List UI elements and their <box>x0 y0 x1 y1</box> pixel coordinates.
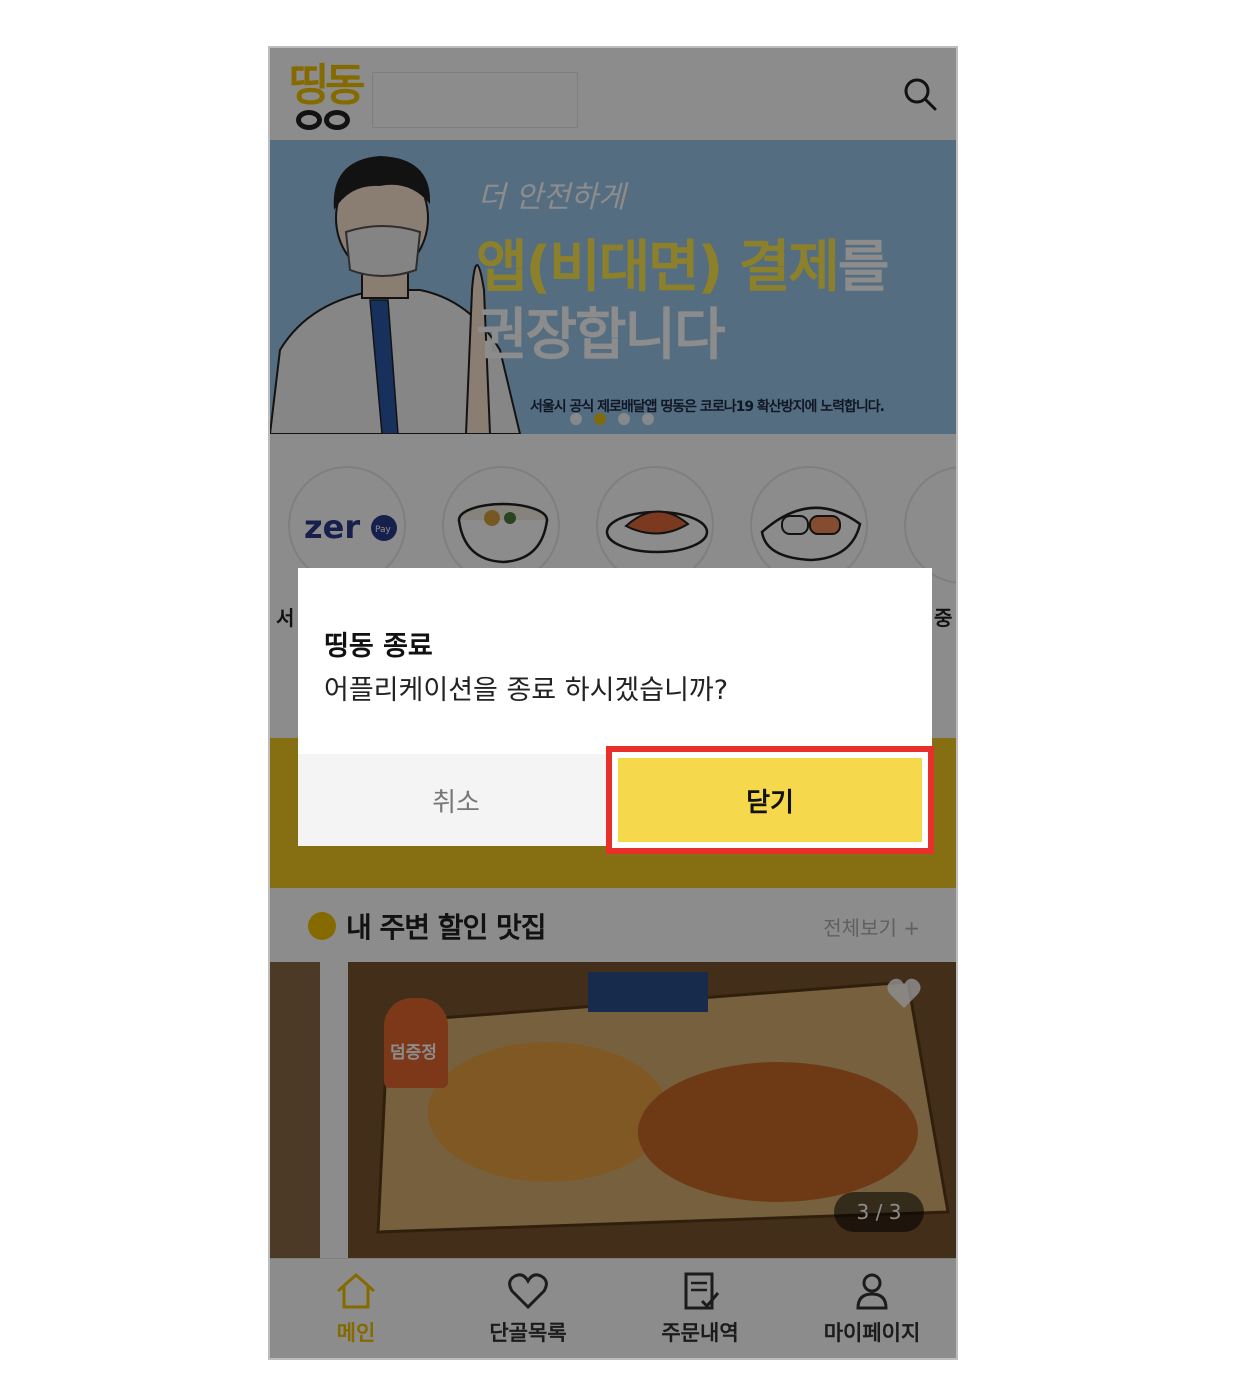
phone-screen: 띵동 더 안전하게 앱(비대면) 결제를 권장합니다 서울시 공식 제로배달앱 … <box>268 46 958 1360</box>
cancel-button[interactable]: 취소 <box>298 754 614 846</box>
exit-dialog: 띵동 종료 어플리케이션을 종료 하시겠습니까? 취소 닫기 <box>298 568 934 854</box>
close-button[interactable]: 닫기 <box>618 758 922 842</box>
dialog-message: 어플리케이션을 종료 하시겠습니까? <box>324 675 729 706</box>
dialog-title: 띵동 종료 <box>324 631 433 662</box>
close-button-highlight: 닫기 <box>606 746 934 854</box>
